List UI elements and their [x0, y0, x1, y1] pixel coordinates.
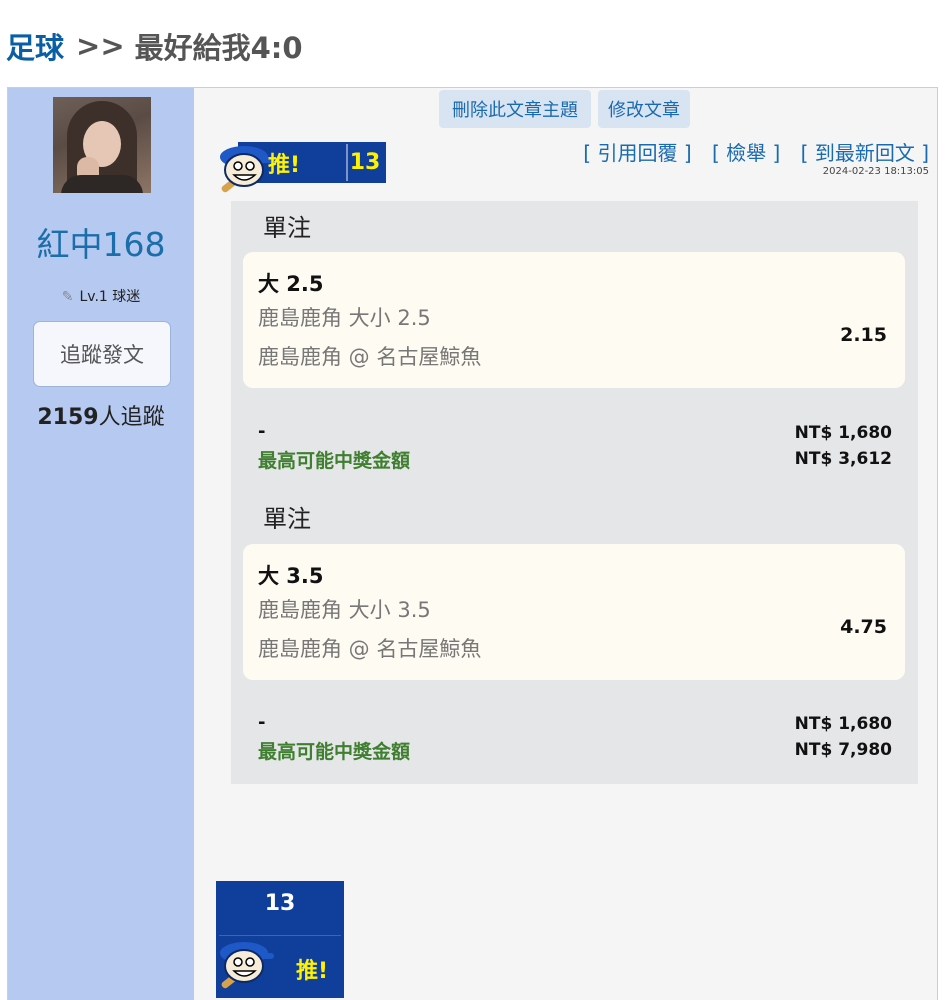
post-actions: [ 引用回覆 ] [ 檢舉 ] [ 到最新回文 ]	[569, 137, 929, 166]
followers-suffix: 人追蹤	[98, 405, 165, 430]
page-title: 最好給我4:0	[134, 31, 303, 65]
bet-match: 鹿島鹿角 @ 名古屋鯨魚	[258, 637, 482, 661]
breadcrumb-category-link[interactable]: 足球	[6, 25, 64, 67]
avatar[interactable]	[53, 97, 151, 193]
author-name[interactable]: 紅中168	[8, 218, 194, 266]
max-payout-label: 最高可能中獎金額	[258, 741, 411, 763]
max-payout-label: 最高可能中獎金額	[258, 450, 411, 472]
bet-market: 鹿島鹿角 大小 2.5	[258, 306, 431, 330]
bottom-push-divider	[219, 935, 341, 936]
bet-card: 大 3.5 鹿島鹿角 大小 3.5 鹿島鹿角 @ 名古屋鯨魚 4.75	[243, 544, 905, 680]
delete-topic-button[interactable]: 刪除此文章主題	[439, 90, 591, 128]
bet-dash: -	[258, 712, 266, 733]
report-link[interactable]: [ 檢舉 ]	[712, 141, 780, 165]
bet-odds: 2.15	[840, 324, 887, 346]
max-payout-amount: NT$ 7,980	[794, 740, 892, 760]
breadcrumb: 足球 >> 最好給我4:0	[6, 26, 303, 66]
bet-dash: -	[258, 421, 266, 442]
push-count: 13	[346, 144, 382, 181]
bet-match: 鹿島鹿角 @ 名古屋鯨魚	[258, 345, 482, 369]
bet-odds: 4.75	[840, 616, 887, 638]
bet-market: 鹿島鹿角 大小 3.5	[258, 598, 431, 622]
bet-pick: 大 3.5	[258, 564, 324, 588]
quote-reply-link[interactable]: [ 引用回覆 ]	[583, 141, 691, 165]
bottom-push-label: 推!	[296, 959, 329, 984]
max-payout-amount: NT$ 3,612	[794, 449, 892, 469]
bet-stake: NT$ 1,680	[794, 714, 892, 734]
bet-type-title: 單注	[263, 214, 311, 242]
followers-number: 2159	[37, 405, 99, 430]
author-level-label: Lv.1 球迷	[79, 289, 141, 305]
post-timestamp: 2024-02-23 18:13:05	[822, 166, 929, 177]
latest-reply-link[interactable]: [ 到最新回文 ]	[801, 141, 929, 165]
push-label: 推!	[268, 152, 301, 178]
pencil-icon: ✎	[61, 289, 74, 305]
baseball-mascot-icon	[220, 942, 274, 989]
breadcrumb-separator: >>	[76, 29, 125, 63]
bottom-push-button[interactable]: 13 推!	[216, 881, 344, 1000]
follow-button[interactable]: 追蹤發文	[33, 321, 171, 387]
post-container: 紅中168 ✎ Lv.1 球迷 追蹤發文 2159人追蹤 刪除此文章主題 修改文章…	[7, 87, 938, 1000]
author-sidebar: 紅中168 ✎ Lv.1 球迷 追蹤發文 2159人追蹤	[8, 88, 194, 1000]
bet-card: 大 2.5 鹿島鹿角 大小 2.5 鹿島鹿角 @ 名古屋鯨魚 2.15	[243, 252, 905, 388]
author-level: ✎ Lv.1 球迷	[8, 286, 194, 306]
bet-stake: NT$ 1,680	[794, 423, 892, 443]
bet-pick: 大 2.5	[258, 272, 324, 296]
bet-type-title: 單注	[263, 505, 311, 533]
push-button[interactable]: 推! 13	[216, 141, 386, 199]
bottom-push-count: 13	[264, 891, 296, 916]
bet-slip: 單注 大 2.5 鹿島鹿角 大小 2.5 鹿島鹿角 @ 名古屋鯨魚 2.15 -…	[231, 201, 918, 784]
followers-count: 2159人追蹤	[8, 399, 194, 431]
edit-post-button[interactable]: 修改文章	[598, 90, 690, 128]
